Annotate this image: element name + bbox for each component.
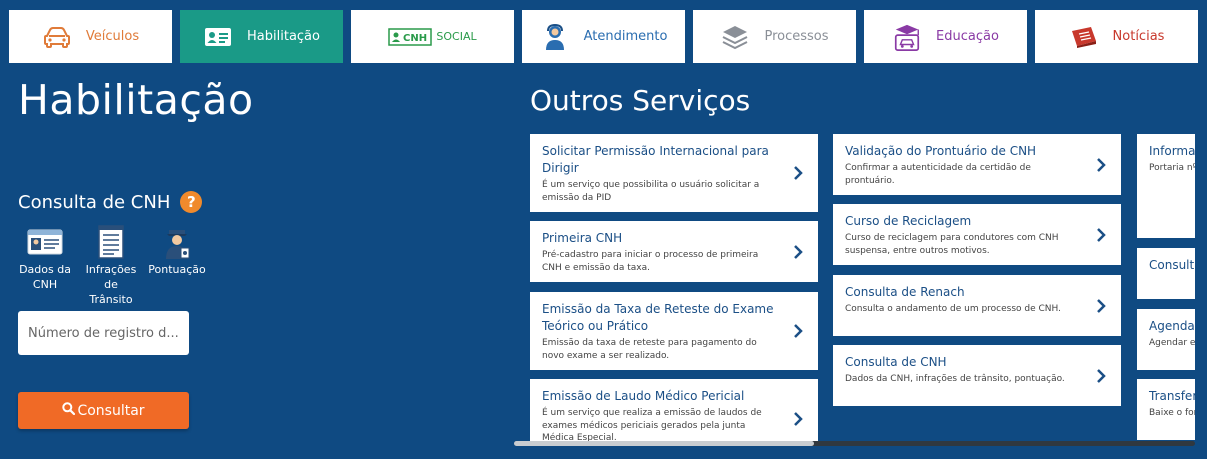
service-desc: Agendar e primeira CNH bbox=[1149, 338, 1195, 348]
option-dados-cnh[interactable]: Dados da CNH bbox=[18, 224, 72, 307]
search-icon bbox=[62, 402, 76, 419]
tab-noticias[interactable]: Notícias bbox=[1035, 10, 1198, 63]
tab-educacao[interactable]: Educação bbox=[864, 10, 1027, 63]
tab-label: Notícias bbox=[1112, 29, 1165, 44]
car-icon bbox=[42, 22, 72, 52]
service-card[interactable]: Solicitar Permissão Internacional para D… bbox=[530, 134, 818, 212]
svg-text:CNH: CNH bbox=[403, 33, 427, 44]
service-card[interactable]: Emissão da Taxa de Reteste do Exame Teór… bbox=[530, 292, 818, 370]
service-card[interactable]: Emissão de Laudo Médico Pericial É um se… bbox=[530, 379, 818, 444]
chevron-right-icon bbox=[794, 166, 803, 180]
consulta-options: Dados da CNH Infrações de Trânsito Pontu… bbox=[18, 224, 206, 307]
tab-label: Educação bbox=[936, 29, 999, 44]
tab-label: Processos bbox=[764, 29, 829, 44]
license-card-icon bbox=[27, 224, 63, 260]
officer-icon bbox=[159, 224, 195, 260]
service-title: Emissão de Laudo Médico Pericial bbox=[542, 389, 745, 403]
chevron-right-icon bbox=[1097, 227, 1106, 242]
registro-input[interactable] bbox=[18, 311, 189, 355]
chevron-right-icon bbox=[794, 244, 803, 259]
service-card[interactable]: Consulta de Renach Consulta o andamento … bbox=[833, 275, 1121, 336]
service-title: Consulta Teórico bbox=[1149, 258, 1195, 272]
tab-veiculos[interactable]: Veículos bbox=[9, 10, 172, 63]
attendant-icon bbox=[540, 22, 570, 52]
tab-label: Habilitação bbox=[247, 29, 320, 44]
service-title: Solicitar Permissão Internacional para D… bbox=[542, 144, 769, 175]
service-card[interactable]: Curso de Reciclagem Curso de reciclagem … bbox=[833, 204, 1121, 265]
service-title: Emissão da Taxa de Reteste do Exame Teór… bbox=[542, 302, 774, 333]
consultar-button[interactable]: Consultar bbox=[18, 392, 189, 429]
tab-label: Veículos bbox=[85, 29, 140, 44]
service-title: Validação do Prontuário de CNH bbox=[845, 144, 1037, 158]
consultar-label: Consultar bbox=[77, 402, 145, 419]
scrollbar-thumb[interactable] bbox=[514, 441, 814, 446]
outros-servicos-title: Outros Serviços bbox=[530, 84, 751, 117]
service-desc: É um serviço que realiza a emissão de la… bbox=[542, 408, 762, 443]
cnh-social-logo: CNH SOCIAL bbox=[388, 27, 477, 46]
tab-atendimento[interactable]: Atendimento bbox=[522, 10, 685, 63]
consulta-title-text: Consulta de CNH bbox=[18, 191, 171, 213]
services-carousel: Solicitar Permissão Internacional para D… bbox=[530, 134, 1195, 444]
option-label: Pontuação bbox=[148, 263, 206, 276]
chevron-right-icon bbox=[794, 412, 803, 426]
layers-icon bbox=[720, 22, 750, 52]
tab-cnh-social[interactable]: CNH SOCIAL bbox=[351, 10, 514, 63]
service-desc: Confirmar a autenticidade da certidão de… bbox=[845, 163, 1031, 186]
service-card[interactable]: Agendamento Agendar e primeira CNH bbox=[1137, 309, 1195, 370]
service-card[interactable]: Informações para Estrangeiros Portaria n… bbox=[1137, 134, 1195, 238]
service-desc: Consulta o andamento de um processo de C… bbox=[845, 304, 1062, 314]
id-card-icon bbox=[203, 22, 233, 52]
service-card[interactable]: Consulta Teórico bbox=[1137, 248, 1195, 299]
chevron-right-icon bbox=[1097, 298, 1106, 313]
service-title: Curso de Reciclagem bbox=[845, 214, 972, 228]
service-card[interactable]: Validação do Prontuário de CNH Confirmar… bbox=[833, 134, 1121, 195]
service-desc: Curso de reciclagem para condutores com … bbox=[845, 233, 1059, 256]
service-title: Primeira CNH bbox=[542, 231, 623, 245]
chevron-right-icon bbox=[1097, 157, 1106, 172]
top-nav: Veículos Habilitação CNH SOCIAL Atendime… bbox=[9, 10, 1207, 63]
document-list-icon bbox=[93, 224, 129, 260]
tab-label: Atendimento bbox=[583, 29, 668, 44]
tab-processos[interactable]: Processos bbox=[693, 10, 856, 63]
chevron-right-icon bbox=[794, 324, 803, 338]
option-infracoes[interactable]: Infrações de Trânsito bbox=[84, 224, 138, 307]
service-desc: Portaria nº Habilitação Convenção Recipr… bbox=[1149, 163, 1195, 173]
service-title: Agendamento bbox=[1149, 319, 1195, 333]
service-card[interactable]: Primeira CNH Pré-cadastro para iniciar o… bbox=[530, 221, 818, 282]
graduation-car-icon bbox=[892, 22, 922, 52]
service-desc: É um serviço que possibilita o usuário s… bbox=[542, 180, 760, 203]
service-title: Consulta de CNH bbox=[845, 355, 947, 369]
service-desc: Emissão da taxa de reteste para pagament… bbox=[542, 338, 757, 361]
service-title: Transferência bbox=[1149, 389, 1195, 403]
service-title: Consulta de Renach bbox=[845, 285, 965, 299]
option-pontuacao[interactable]: Pontuação bbox=[148, 224, 206, 307]
tab-habilitacao[interactable]: Habilitação bbox=[180, 10, 343, 63]
service-desc: Pré-cadastro para iniciar o processo de … bbox=[542, 250, 759, 273]
news-book-icon bbox=[1069, 22, 1099, 52]
page-title: Habilitação bbox=[18, 76, 254, 124]
help-icon[interactable]: ? bbox=[180, 191, 203, 213]
service-desc: Dados da CNH, infrações de trânsito, pon… bbox=[845, 374, 1065, 384]
service-desc: Baixe o formulário condutor in bbox=[1149, 408, 1195, 418]
horizontal-scrollbar[interactable] bbox=[514, 441, 1195, 446]
service-card[interactable]: Consulta de CNH Dados da CNH, infrações … bbox=[833, 345, 1121, 406]
service-title: Informações para Estrangeiros bbox=[1149, 144, 1195, 158]
consulta-cnh-heading: Consulta de CNH ? bbox=[18, 191, 203, 213]
option-label: Dados da CNH bbox=[19, 263, 71, 291]
service-card[interactable]: Transferência Baixe o formulário conduto… bbox=[1137, 379, 1195, 440]
option-label: Infrações de Trânsito bbox=[85, 263, 137, 306]
chevron-right-icon bbox=[1097, 368, 1106, 383]
